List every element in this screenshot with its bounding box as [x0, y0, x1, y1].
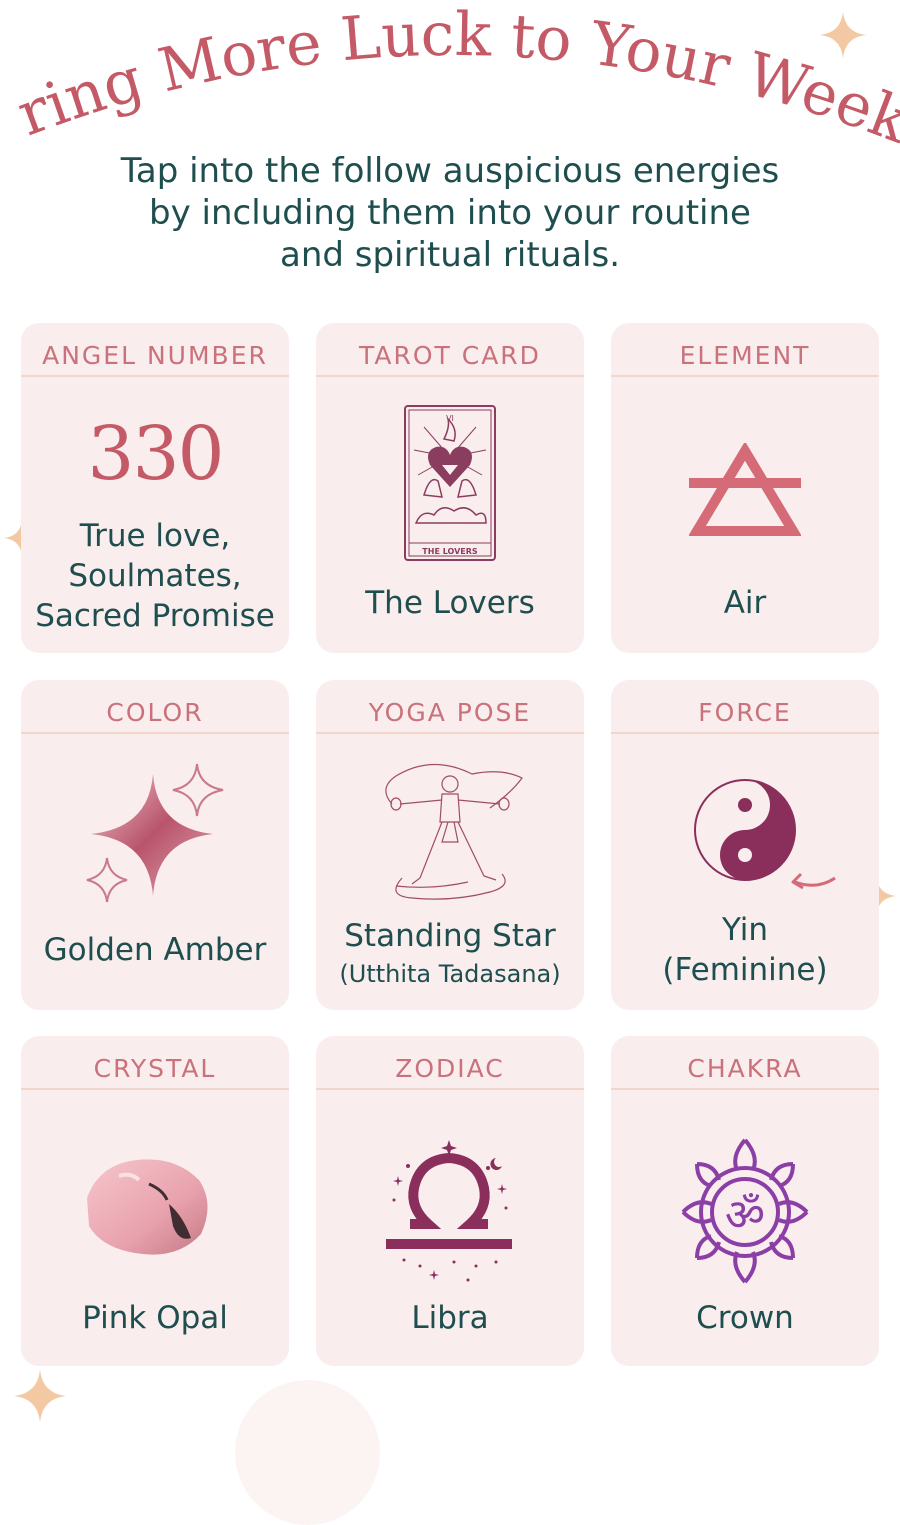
card-value: The Lovers [365, 585, 535, 621]
card-value: Standing Star [344, 918, 556, 954]
card-value: Pink Opal [82, 1300, 228, 1336]
sparkle-icon [820, 12, 866, 58]
card-heading: FORCE [698, 698, 792, 727]
sparkle-icon [14, 1370, 66, 1422]
card-tarot: TAROT CARD VI THE LOVERS The Lovers [316, 323, 584, 653]
card-heading: ZODIAC [395, 1054, 505, 1083]
card-value: True love, Soulmates, Sacred Promise [21, 516, 289, 636]
page-title-text: Bring More Luck to Your Week! [0, 0, 900, 150]
divider [316, 1088, 584, 1090]
svg-text:Bring More Luck to Your Week!: Bring More Luck to Your Week! [0, 0, 900, 150]
value-line: Soulmates, [68, 558, 242, 594]
card-yoga-pose: YOGA POSE Standing Star (Utthita Tadasan… [316, 680, 584, 1010]
tarot-numeral: VI [446, 414, 454, 423]
card-force: FORCE Yin (Feminine) [611, 680, 879, 1010]
subtitle-line: by including them into your routine [149, 193, 751, 233]
card-heading: CHAKRA [687, 1054, 803, 1083]
libra-icon [386, 1140, 512, 1282]
svg-text:ॐ: ॐ [725, 1190, 765, 1241]
subtitle-line: and spiritual rituals. [279, 235, 621, 275]
value-line: Sacred Promise [35, 598, 275, 634]
divider [611, 732, 879, 734]
subtitle: Tap into the follow auspicious energies … [100, 150, 800, 276]
divider [21, 1088, 289, 1090]
divider [21, 375, 289, 377]
card-value: Libra [411, 1300, 489, 1336]
card-heading: TAROT CARD [359, 341, 541, 370]
value-line: True love, [79, 518, 231, 554]
card-heading: COLOR [106, 698, 204, 727]
crystal-icon [87, 1159, 208, 1255]
card-angel-number: ANGEL NUMBER 330 True love, Soulmates, S… [21, 323, 289, 653]
card-heading: ANGEL NUMBER [42, 341, 268, 370]
divider [316, 375, 584, 377]
value-line: (Feminine) [662, 952, 828, 988]
yoga-pose-icon [385, 763, 523, 900]
card-heading: ELEMENT [679, 341, 811, 370]
page-title: Bring More Luck to Your Week! [0, 0, 900, 150]
divider [611, 375, 879, 377]
tarot-caption: THE LOVERS [422, 547, 478, 556]
decorative-circle [235, 1380, 380, 1525]
card-value: Air [723, 585, 767, 621]
card-value: Crown [696, 1300, 794, 1336]
card-value: Yin (Feminine) [611, 910, 879, 990]
subtitle-line: Tap into the follow auspicious energies [120, 151, 780, 191]
tarot-card-icon: VI THE LOVERS [404, 405, 496, 561]
card-subvalue: (Utthita Tadasana) [339, 960, 561, 988]
value-line: Yin [721, 912, 769, 948]
angel-number: 330 [87, 411, 224, 497]
card-zodiac: ZODIAC Libra [316, 1036, 584, 1366]
card-value: Golden Amber [43, 932, 267, 968]
card-chakra: CHAKRA ॐ Crown [611, 1036, 879, 1366]
card-heading: CRYSTAL [93, 1054, 217, 1083]
crown-chakra-icon: ॐ [681, 1138, 809, 1284]
air-element-icon [689, 443, 801, 536]
divider [611, 1088, 879, 1090]
yin-yang-icon [694, 779, 836, 890]
card-color: COLOR Golden Amber [21, 680, 289, 1010]
sparkle-stars-icon [86, 763, 224, 903]
divider [21, 732, 289, 734]
card-crystal: CRYSTAL Pink Opal [21, 1036, 289, 1366]
card-heading: YOGA POSE [368, 698, 532, 727]
divider [316, 732, 584, 734]
card-element: ELEMENT Air [611, 323, 879, 653]
